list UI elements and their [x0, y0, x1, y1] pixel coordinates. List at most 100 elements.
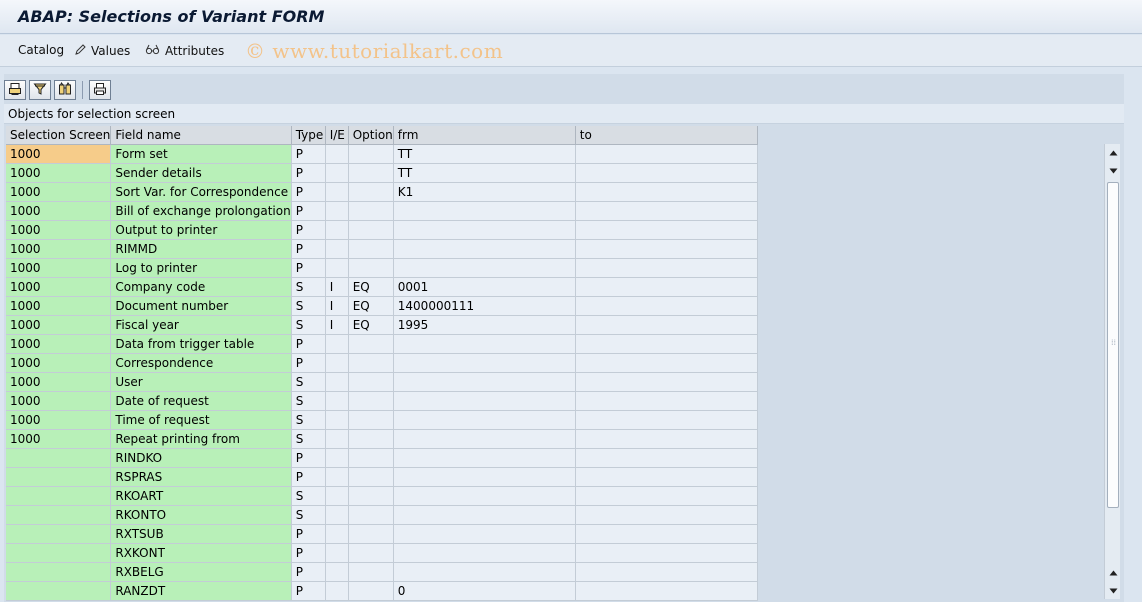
cell-to[interactable] — [575, 467, 758, 487]
cell-type[interactable]: S — [291, 296, 326, 316]
cell-ie[interactable] — [325, 220, 349, 240]
cell-frm[interactable]: 1995 — [393, 315, 576, 335]
cell-option[interactable]: EQ — [348, 296, 394, 316]
cell-selection-screen[interactable]: 1000 — [6, 144, 112, 164]
cell-selection-screen[interactable] — [6, 543, 112, 563]
cell-to[interactable] — [575, 543, 758, 563]
cell-selection-screen[interactable] — [6, 486, 112, 506]
cell-frm[interactable]: TT — [393, 163, 576, 183]
cell-frm[interactable] — [393, 524, 576, 544]
cell-type[interactable]: S — [291, 315, 326, 335]
cell-ie[interactable] — [325, 144, 349, 164]
cell-to[interactable] — [575, 486, 758, 506]
cell-option[interactable] — [348, 144, 394, 164]
cell-selection-screen[interactable]: 1000 — [6, 277, 112, 297]
table-row[interactable]: 1000 Document number S I EQ 1400000111 — [6, 296, 758, 316]
cell-option[interactable] — [348, 448, 394, 468]
cell-frm[interactable] — [393, 372, 576, 392]
cell-type[interactable]: P — [291, 334, 326, 354]
cell-ie[interactable] — [325, 581, 349, 601]
cell-type[interactable]: P — [291, 258, 326, 278]
scroll-down-bottom-button[interactable] — [1106, 582, 1120, 598]
table-row[interactable]: RXTSUB P — [6, 524, 758, 544]
cell-ie[interactable] — [325, 505, 349, 525]
cell-type[interactable]: P — [291, 543, 326, 563]
cell-field-name[interactable]: Fiscal year — [110, 315, 292, 335]
cell-to[interactable] — [575, 220, 758, 240]
cell-option[interactable] — [348, 410, 394, 430]
cell-type[interactable]: P — [291, 581, 326, 601]
cell-selection-screen[interactable]: 1000 — [6, 353, 112, 373]
cell-to[interactable] — [575, 258, 758, 278]
cell-option[interactable] — [348, 524, 394, 544]
cell-frm[interactable] — [393, 220, 576, 240]
cell-ie[interactable]: I — [325, 277, 349, 297]
cell-frm[interactable] — [393, 486, 576, 506]
cell-to[interactable] — [575, 581, 758, 601]
cell-type[interactable]: S — [291, 486, 326, 506]
cell-selection-screen[interactable]: 1000 — [6, 372, 112, 392]
cell-ie[interactable] — [325, 410, 349, 430]
scroll-down-top-button[interactable] — [1106, 162, 1120, 178]
cell-field-name[interactable]: Company code — [110, 277, 292, 297]
cell-field-name[interactable]: User — [110, 372, 292, 392]
cell-ie[interactable] — [325, 201, 349, 221]
cell-frm[interactable]: 1400000111 — [393, 296, 576, 316]
table-row[interactable]: 1000 Fiscal year S I EQ 1995 — [6, 315, 758, 335]
col-header-ie[interactable]: I/E — [325, 126, 349, 145]
cell-to[interactable] — [575, 315, 758, 335]
cell-frm[interactable] — [393, 353, 576, 373]
table-row[interactable]: 1000 RIMMD P — [6, 239, 758, 259]
print-preview-button[interactable] — [4, 80, 26, 100]
cell-selection-screen[interactable]: 1000 — [6, 220, 112, 240]
cell-selection-screen[interactable]: 1000 — [6, 391, 112, 411]
table-row[interactable]: 1000 Sender details P TT — [6, 163, 758, 183]
find-button[interactable] — [54, 80, 76, 100]
cell-selection-screen[interactable] — [6, 448, 112, 468]
table-row[interactable]: 1000 Form set P TT — [6, 144, 758, 164]
cell-field-name[interactable]: Sender details — [110, 163, 292, 183]
table-row[interactable]: RINDKO P — [6, 448, 758, 468]
cell-to[interactable] — [575, 277, 758, 297]
cell-field-name[interactable]: Correspondence — [110, 353, 292, 373]
cell-to[interactable] — [575, 201, 758, 221]
table-row[interactable]: 1000 Sort Var. for Correspondence P K1 — [6, 182, 758, 202]
cell-ie[interactable] — [325, 258, 349, 278]
cell-frm[interactable] — [393, 467, 576, 487]
table-row[interactable]: 1000 Log to printer P — [6, 258, 758, 278]
cell-ie[interactable] — [325, 448, 349, 468]
cell-frm[interactable] — [393, 334, 576, 354]
vertical-scrollbar[interactable]: ⁞⁞ — [1104, 144, 1120, 599]
col-header-type[interactable]: Type — [291, 126, 326, 145]
cell-to[interactable] — [575, 372, 758, 392]
cell-type[interactable]: S — [291, 505, 326, 525]
cell-type[interactable]: S — [291, 372, 326, 392]
filter-button[interactable] — [29, 80, 51, 100]
cell-option[interactable] — [348, 201, 394, 221]
cell-ie[interactable] — [325, 467, 349, 487]
cell-frm[interactable] — [393, 258, 576, 278]
cell-to[interactable] — [575, 163, 758, 183]
cell-field-name[interactable]: RXKONT — [110, 543, 292, 563]
cell-ie[interactable] — [325, 524, 349, 544]
scroll-up-top-button[interactable] — [1106, 144, 1120, 160]
cell-ie[interactable] — [325, 429, 349, 449]
cell-ie[interactable] — [325, 163, 349, 183]
cell-to[interactable] — [575, 144, 758, 164]
cell-option[interactable] — [348, 429, 394, 449]
cell-type[interactable]: P — [291, 467, 326, 487]
table-row[interactable]: RSPRAS P — [6, 467, 758, 487]
table-row[interactable]: 1000 Correspondence P — [6, 353, 758, 373]
cell-frm[interactable] — [393, 410, 576, 430]
cell-ie[interactable] — [325, 391, 349, 411]
cell-field-name[interactable]: Form set — [110, 144, 292, 164]
cell-option[interactable] — [348, 543, 394, 563]
cell-to[interactable] — [575, 182, 758, 202]
cell-type[interactable]: S — [291, 410, 326, 430]
cell-type[interactable]: P — [291, 239, 326, 259]
table-row[interactable]: 1000 Repeat printing from S — [6, 429, 758, 449]
cell-ie[interactable] — [325, 239, 349, 259]
table-row[interactable]: 1000 User S — [6, 372, 758, 392]
cell-to[interactable] — [575, 410, 758, 430]
cell-field-name[interactable]: RKOART — [110, 486, 292, 506]
